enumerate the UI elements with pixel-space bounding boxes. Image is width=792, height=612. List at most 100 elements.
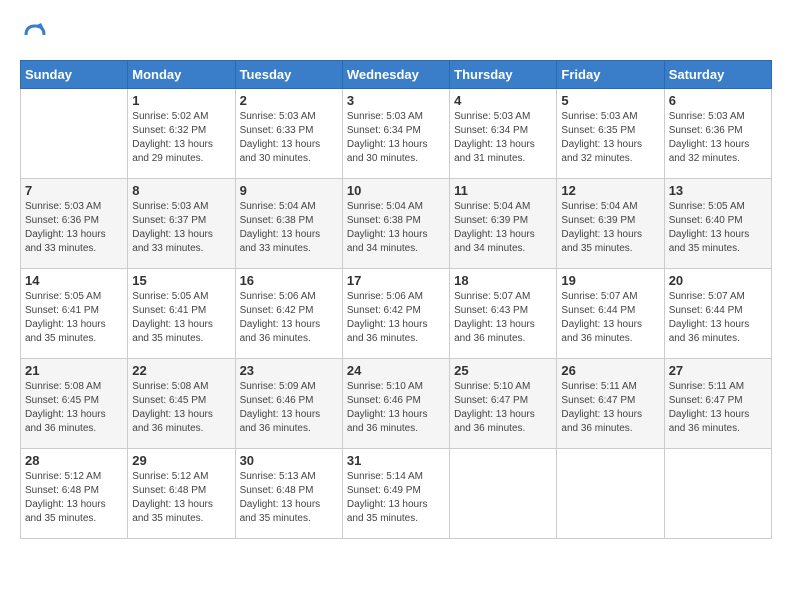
calendar-week-row: 1 Sunrise: 5:02 AM Sunset: 6:32 PM Dayli… [21, 89, 772, 179]
sunset-text: Sunset: 6:46 PM [240, 394, 338, 408]
calendar-day-cell: 20 Sunrise: 5:07 AM Sunset: 6:44 PM Dayl… [664, 269, 771, 359]
day-number: 13 [669, 183, 767, 198]
sunrise-text: Sunrise: 5:06 AM [347, 290, 445, 304]
day-info: Sunrise: 5:05 AM Sunset: 6:41 PM Dayligh… [132, 290, 230, 346]
day-number: 17 [347, 273, 445, 288]
logo [20, 20, 54, 50]
weekday-header-row: SundayMondayTuesdayWednesdayThursdayFrid… [21, 61, 772, 89]
calendar-day-cell: 2 Sunrise: 5:03 AM Sunset: 6:33 PM Dayli… [235, 89, 342, 179]
page-header [20, 20, 772, 50]
day-number: 28 [25, 453, 123, 468]
daylight-text: Daylight: 13 hours and 34 minutes. [454, 228, 552, 256]
sunrise-text: Sunrise: 5:03 AM [347, 110, 445, 124]
sunset-text: Sunset: 6:45 PM [25, 394, 123, 408]
day-info: Sunrise: 5:11 AM Sunset: 6:47 PM Dayligh… [669, 380, 767, 436]
calendar-day-cell [664, 449, 771, 539]
day-info: Sunrise: 5:08 AM Sunset: 6:45 PM Dayligh… [132, 380, 230, 436]
sunrise-text: Sunrise: 5:10 AM [454, 380, 552, 394]
calendar-day-cell: 21 Sunrise: 5:08 AM Sunset: 6:45 PM Dayl… [21, 359, 128, 449]
daylight-text: Daylight: 13 hours and 30 minutes. [347, 138, 445, 166]
sunset-text: Sunset: 6:47 PM [561, 394, 659, 408]
sunrise-text: Sunrise: 5:03 AM [454, 110, 552, 124]
sunrise-text: Sunrise: 5:07 AM [561, 290, 659, 304]
calendar-day-cell: 13 Sunrise: 5:05 AM Sunset: 6:40 PM Dayl… [664, 179, 771, 269]
calendar-day-cell: 15 Sunrise: 5:05 AM Sunset: 6:41 PM Dayl… [128, 269, 235, 359]
day-info: Sunrise: 5:03 AM Sunset: 6:36 PM Dayligh… [669, 110, 767, 166]
daylight-text: Daylight: 13 hours and 29 minutes. [132, 138, 230, 166]
sunrise-text: Sunrise: 5:09 AM [240, 380, 338, 394]
weekday-wednesday: Wednesday [342, 61, 449, 89]
calendar-day-cell [557, 449, 664, 539]
day-info: Sunrise: 5:12 AM Sunset: 6:48 PM Dayligh… [132, 470, 230, 526]
sunset-text: Sunset: 6:45 PM [132, 394, 230, 408]
day-info: Sunrise: 5:12 AM Sunset: 6:48 PM Dayligh… [25, 470, 123, 526]
sunrise-text: Sunrise: 5:05 AM [669, 200, 767, 214]
calendar-day-cell: 27 Sunrise: 5:11 AM Sunset: 6:47 PM Dayl… [664, 359, 771, 449]
sunset-text: Sunset: 6:44 PM [669, 304, 767, 318]
day-info: Sunrise: 5:02 AM Sunset: 6:32 PM Dayligh… [132, 110, 230, 166]
day-info: Sunrise: 5:07 AM Sunset: 6:44 PM Dayligh… [669, 290, 767, 346]
sunrise-text: Sunrise: 5:12 AM [132, 470, 230, 484]
sunset-text: Sunset: 6:33 PM [240, 124, 338, 138]
sunset-text: Sunset: 6:42 PM [240, 304, 338, 318]
day-number: 1 [132, 93, 230, 108]
sunrise-text: Sunrise: 5:12 AM [25, 470, 123, 484]
calendar-day-cell [21, 89, 128, 179]
weekday-sunday: Sunday [21, 61, 128, 89]
daylight-text: Daylight: 13 hours and 36 minutes. [454, 408, 552, 436]
daylight-text: Daylight: 13 hours and 35 minutes. [25, 498, 123, 526]
calendar-day-cell: 17 Sunrise: 5:06 AM Sunset: 6:42 PM Dayl… [342, 269, 449, 359]
calendar-week-row: 7 Sunrise: 5:03 AM Sunset: 6:36 PM Dayli… [21, 179, 772, 269]
day-number: 2 [240, 93, 338, 108]
day-info: Sunrise: 5:04 AM Sunset: 6:38 PM Dayligh… [347, 200, 445, 256]
calendar-day-cell: 31 Sunrise: 5:14 AM Sunset: 6:49 PM Dayl… [342, 449, 449, 539]
calendar-table: SundayMondayTuesdayWednesdayThursdayFrid… [20, 60, 772, 539]
calendar-day-cell: 12 Sunrise: 5:04 AM Sunset: 6:39 PM Dayl… [557, 179, 664, 269]
daylight-text: Daylight: 13 hours and 32 minutes. [669, 138, 767, 166]
daylight-text: Daylight: 13 hours and 36 minutes. [669, 318, 767, 346]
day-number: 7 [25, 183, 123, 198]
daylight-text: Daylight: 13 hours and 36 minutes. [454, 318, 552, 346]
daylight-text: Daylight: 13 hours and 36 minutes. [347, 408, 445, 436]
sunrise-text: Sunrise: 5:03 AM [25, 200, 123, 214]
sunset-text: Sunset: 6:39 PM [561, 214, 659, 228]
day-number: 10 [347, 183, 445, 198]
sunset-text: Sunset: 6:42 PM [347, 304, 445, 318]
daylight-text: Daylight: 13 hours and 35 minutes. [132, 498, 230, 526]
daylight-text: Daylight: 13 hours and 33 minutes. [240, 228, 338, 256]
daylight-text: Daylight: 13 hours and 35 minutes. [240, 498, 338, 526]
day-number: 8 [132, 183, 230, 198]
sunset-text: Sunset: 6:49 PM [347, 484, 445, 498]
calendar-day-cell: 30 Sunrise: 5:13 AM Sunset: 6:48 PM Dayl… [235, 449, 342, 539]
daylight-text: Daylight: 13 hours and 35 minutes. [25, 318, 123, 346]
calendar-day-cell: 7 Sunrise: 5:03 AM Sunset: 6:36 PM Dayli… [21, 179, 128, 269]
day-info: Sunrise: 5:05 AM Sunset: 6:40 PM Dayligh… [669, 200, 767, 256]
daylight-text: Daylight: 13 hours and 36 minutes. [25, 408, 123, 436]
calendar-day-cell: 10 Sunrise: 5:04 AM Sunset: 6:38 PM Dayl… [342, 179, 449, 269]
sunrise-text: Sunrise: 5:13 AM [240, 470, 338, 484]
sunset-text: Sunset: 6:34 PM [454, 124, 552, 138]
sunset-text: Sunset: 6:36 PM [25, 214, 123, 228]
daylight-text: Daylight: 13 hours and 31 minutes. [454, 138, 552, 166]
calendar-day-cell [450, 449, 557, 539]
day-info: Sunrise: 5:08 AM Sunset: 6:45 PM Dayligh… [25, 380, 123, 436]
day-number: 3 [347, 93, 445, 108]
day-number: 25 [454, 363, 552, 378]
sunset-text: Sunset: 6:48 PM [132, 484, 230, 498]
day-number: 15 [132, 273, 230, 288]
sunrise-text: Sunrise: 5:08 AM [25, 380, 123, 394]
weekday-thursday: Thursday [450, 61, 557, 89]
day-info: Sunrise: 5:05 AM Sunset: 6:41 PM Dayligh… [25, 290, 123, 346]
sunrise-text: Sunrise: 5:11 AM [669, 380, 767, 394]
daylight-text: Daylight: 13 hours and 33 minutes. [132, 228, 230, 256]
logo-icon [20, 20, 50, 50]
daylight-text: Daylight: 13 hours and 35 minutes. [132, 318, 230, 346]
sunset-text: Sunset: 6:38 PM [240, 214, 338, 228]
sunset-text: Sunset: 6:35 PM [561, 124, 659, 138]
day-info: Sunrise: 5:03 AM Sunset: 6:35 PM Dayligh… [561, 110, 659, 166]
day-info: Sunrise: 5:13 AM Sunset: 6:48 PM Dayligh… [240, 470, 338, 526]
day-info: Sunrise: 5:11 AM Sunset: 6:47 PM Dayligh… [561, 380, 659, 436]
sunrise-text: Sunrise: 5:04 AM [240, 200, 338, 214]
sunset-text: Sunset: 6:34 PM [347, 124, 445, 138]
sunset-text: Sunset: 6:48 PM [240, 484, 338, 498]
